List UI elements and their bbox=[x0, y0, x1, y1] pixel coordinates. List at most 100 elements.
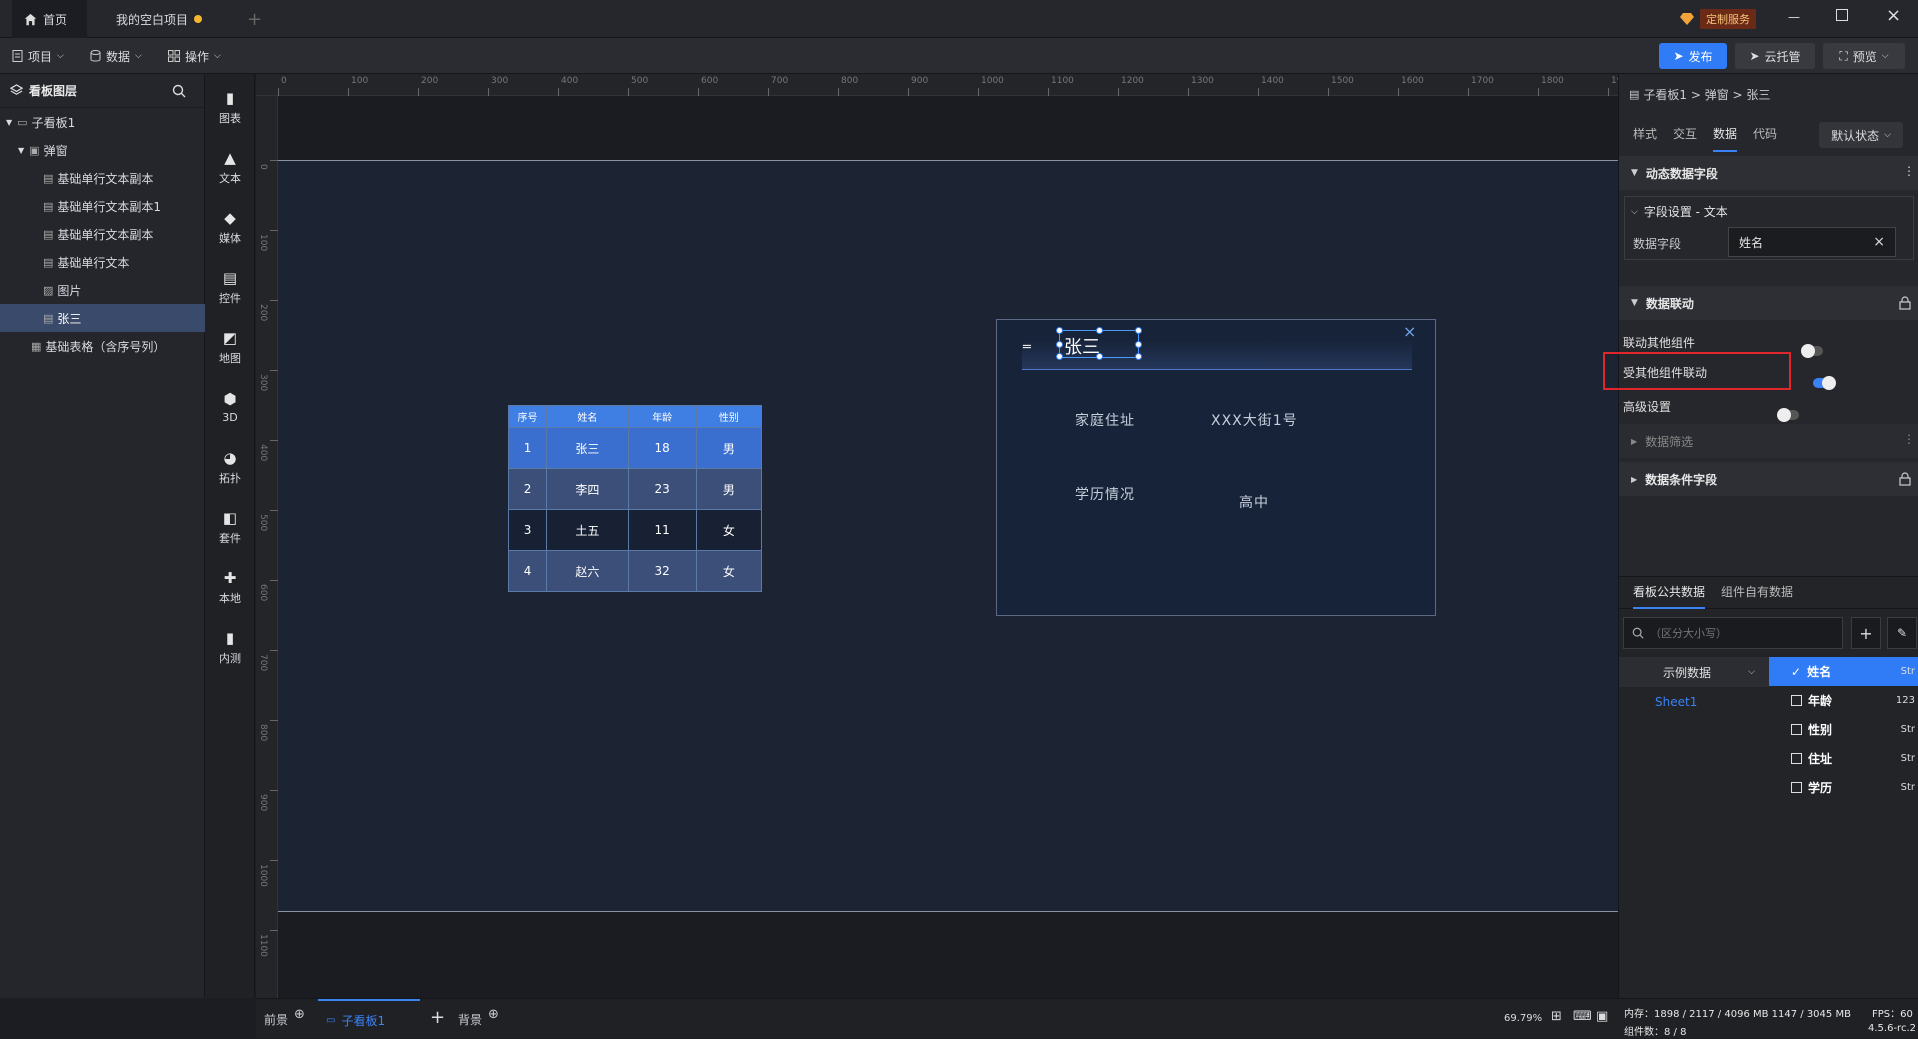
layer-item[interactable]: ▤ 基础单行文本副本 bbox=[0, 164, 205, 192]
canvas-area[interactable]: 0 100 200 300 400 500 600 700 800 900 1000 1100 1200… bbox=[256, 74, 1618, 998]
layer-item[interactable]: ▦ 基础表格（含序号列） bbox=[0, 332, 205, 360]
lock-icon[interactable] bbox=[1899, 472, 1911, 486]
background-tab[interactable]: 背景 ⊕ bbox=[458, 1007, 499, 1028]
layer-item[interactable]: ▼ ▣ 弹窗 bbox=[0, 136, 205, 164]
tool-item[interactable]: ▤ 控件 bbox=[205, 258, 255, 316]
zoom-level[interactable]: 69.79% bbox=[1504, 1013, 1542, 1024]
field-search-box[interactable] bbox=[1623, 617, 1843, 649]
tab-project[interactable]: 我的空白项目 bbox=[104, 0, 222, 38]
add-board-icon[interactable]: + bbox=[430, 1007, 445, 1028]
menu-project[interactable]: 项目 ⌵ bbox=[12, 38, 64, 74]
board-tab-active[interactable]: ▭ 子看板1 bbox=[318, 999, 420, 1039]
restore-icon[interactable] bbox=[1836, 9, 1848, 21]
field-search-input[interactable] bbox=[1650, 626, 1830, 640]
field-item[interactable]: 住址 Str bbox=[1769, 744, 1918, 773]
dataset-select[interactable]: 示例数据 ⌵ bbox=[1619, 657, 1769, 687]
ruler-label: 1500 bbox=[1331, 76, 1354, 86]
section-data-link[interactable]: ▼ 数据联动 bbox=[1619, 286, 1918, 320]
field-setting-header[interactable]: ⌵ 字段设置 - 文本 bbox=[1631, 203, 1728, 220]
menu-operate[interactable]: 操作 ⌵ bbox=[168, 38, 221, 74]
add-circle-icon[interactable]: ⊕ bbox=[488, 1007, 499, 1022]
link-other-toggle[interactable] bbox=[1801, 344, 1824, 358]
tab-data[interactable]: 数据 bbox=[1713, 122, 1738, 152]
tool-item[interactable]: ◧ 套件 bbox=[205, 498, 255, 556]
sheet-item[interactable]: Sheet1 bbox=[1655, 695, 1697, 709]
checkbox-icon[interactable] bbox=[1791, 695, 1802, 706]
linked-by-other-toggle[interactable] bbox=[1813, 376, 1837, 390]
custom-service-button[interactable]: 定制服务 bbox=[1680, 8, 1776, 30]
fit-screen-icon[interactable]: ⊞ bbox=[1551, 1009, 1562, 1024]
tool-item[interactable]: ◕ 拓扑 bbox=[205, 438, 255, 496]
keyboard-icon[interactable]: ⌨ bbox=[1573, 1009, 1592, 1024]
tab-home[interactable]: 首页 bbox=[12, 0, 87, 38]
clear-icon[interactable]: × bbox=[1873, 234, 1885, 250]
new-tab-plus-icon[interactable]: + bbox=[247, 9, 262, 30]
preview-button[interactable]: ⛶ 预览 ⌵ bbox=[1823, 43, 1905, 69]
resize-handle-icon[interactable] bbox=[1096, 327, 1103, 334]
tab-code[interactable]: 代码 bbox=[1753, 122, 1777, 152]
field-item[interactable]: 年龄 123 bbox=[1769, 686, 1918, 715]
tool-item[interactable]: ✚ 本地 bbox=[205, 558, 255, 616]
board-surface[interactable]: 序号 姓名 年龄 性别 1 张三 18 男 2 李四 23 男 3 土五 11 女 4 赵六 32 女 ═ 张三 × … bbox=[278, 160, 1618, 912]
lock-icon[interactable] bbox=[1899, 296, 1911, 310]
popup-close-icon[interactable]: × bbox=[1403, 322, 1416, 341]
table-row[interactable]: 2 李四 23 男 bbox=[507, 468, 763, 510]
tab-component-own-data[interactable]: 组件自有数据 bbox=[1721, 577, 1793, 609]
table-row[interactable]: 1 张三 18 男 bbox=[507, 427, 763, 469]
minimize-icon[interactable]: — bbox=[1788, 10, 1800, 24]
section-cond-fields[interactable]: ▶ 数据条件字段 bbox=[1619, 462, 1918, 496]
terminal-icon[interactable]: ▣ bbox=[1596, 1009, 1608, 1024]
layer-item[interactable]: ▼ ▭ 子看板1 bbox=[0, 108, 205, 136]
tool-item[interactable]: ▮ 内测 bbox=[205, 618, 255, 676]
tool-item[interactable]: ▲ 文本 bbox=[205, 138, 255, 196]
resize-handle-icon[interactable] bbox=[1096, 353, 1103, 360]
selected-name-text[interactable]: 张三 bbox=[1056, 327, 1142, 360]
ruler-tick bbox=[278, 88, 279, 96]
resize-handle-icon[interactable] bbox=[1135, 353, 1142, 360]
tool-item[interactable]: ◆ 媒体 bbox=[205, 198, 255, 256]
field-item[interactable]: 性别 Str bbox=[1769, 715, 1918, 744]
table-header-row: 序号 姓名 年龄 性别 bbox=[507, 405, 763, 428]
tool-item[interactable]: ⬢ 3D bbox=[205, 378, 255, 436]
tool-item[interactable]: ◩ 地图 bbox=[205, 318, 255, 376]
search-icon[interactable] bbox=[172, 84, 186, 98]
checkbox-icon[interactable] bbox=[1791, 753, 1802, 764]
section-dynamic-fields[interactable]: ▼ 动态数据字段 ⋮ bbox=[1619, 156, 1918, 190]
layer-item[interactable]: ▤ 基础单行文本副本 bbox=[0, 220, 205, 248]
resize-handle-icon[interactable] bbox=[1056, 327, 1063, 334]
edit-field-icon[interactable]: ✎ bbox=[1887, 617, 1917, 649]
tab-interaction[interactable]: 交互 bbox=[1673, 122, 1697, 152]
data-field-select[interactable]: 姓名 × bbox=[1728, 227, 1896, 257]
table-row[interactable]: 4 赵六 32 女 bbox=[507, 550, 763, 592]
foreground-tab[interactable]: 前景 ⊕ bbox=[264, 1007, 305, 1028]
layer-item[interactable]: ▨ 图片 bbox=[0, 276, 205, 304]
close-window-icon[interactable]: × bbox=[1886, 5, 1901, 26]
table-row[interactable]: 3 土五 11 女 bbox=[507, 509, 763, 551]
cloud-hosting-button[interactable]: ➤ 云托管 bbox=[1735, 43, 1815, 69]
checkbox-icon[interactable] bbox=[1791, 782, 1802, 793]
add-field-icon[interactable]: + bbox=[1851, 617, 1881, 649]
section-data-filter[interactable]: ▶ 数据筛选 ⋮ bbox=[1619, 424, 1918, 458]
resize-handle-icon[interactable] bbox=[1135, 341, 1142, 348]
state-select[interactable]: 默认状态 ⌵ bbox=[1819, 122, 1903, 148]
layer-item[interactable]: ▤ 基础单行文本副本1 bbox=[0, 192, 205, 220]
add-circle-icon[interactable]: ⊕ bbox=[294, 1007, 305, 1022]
field-item[interactable]: 学历 Str bbox=[1769, 773, 1918, 802]
checkbox-icon[interactable] bbox=[1791, 724, 1802, 735]
more-vertical-icon[interactable]: ⋮ bbox=[1903, 164, 1915, 178]
tool-item[interactable]: ▮ 图表 bbox=[205, 78, 255, 136]
layer-item[interactable]: ▤ 基础单行文本 bbox=[0, 248, 205, 276]
publish-button[interactable]: ➤ 发布 bbox=[1659, 43, 1727, 69]
resize-handle-icon[interactable] bbox=[1135, 327, 1142, 334]
layer-item[interactable]: ▤ 张三 bbox=[0, 304, 205, 332]
menu-data[interactable]: 数据 ⌵ bbox=[90, 38, 142, 74]
field-item[interactable]: ✓ 姓名 Str bbox=[1769, 657, 1918, 686]
data-table[interactable]: 序号 姓名 年龄 性别 1 张三 18 男 2 李四 23 男 3 土五 11 女 4 赵六 32 女 bbox=[507, 405, 763, 592]
resize-handle-icon[interactable] bbox=[1056, 341, 1063, 348]
popup-window[interactable]: ═ 张三 × 家庭住址 XXX大街1号 学历情况 高中 bbox=[996, 319, 1436, 616]
tab-style[interactable]: 样式 bbox=[1633, 122, 1657, 152]
more-vertical-icon[interactable]: ⋮ bbox=[1903, 432, 1915, 446]
resize-handle-icon[interactable] bbox=[1056, 353, 1063, 360]
advanced-toggle[interactable] bbox=[1777, 408, 1800, 422]
tab-board-public-data[interactable]: 看板公共数据 bbox=[1633, 577, 1706, 609]
